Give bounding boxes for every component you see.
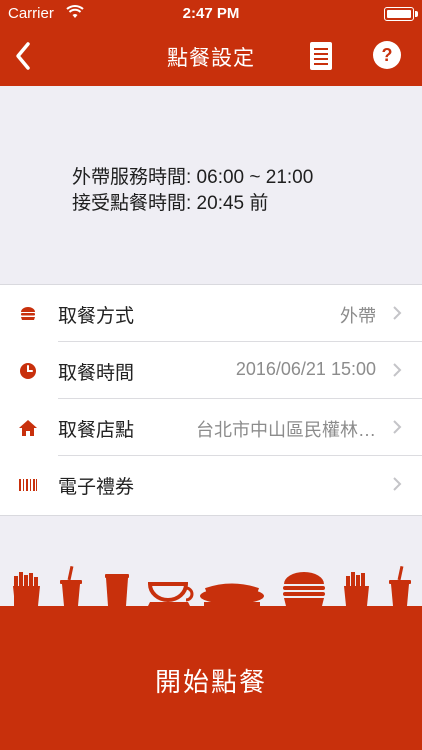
- burger-illustration-icon: [283, 572, 325, 606]
- settings-list: 取餐方式 外帶 取餐時間 2016/06/21 15:00 取餐店點 台北市中山…: [0, 284, 422, 516]
- info-panel: 外帶服務時間: 06:00 ~ 21:00 接受點餐時間: 20:45 前: [0, 86, 422, 284]
- burger-icon: [21, 307, 35, 320]
- list-item-label: 電子禮券: [58, 477, 135, 498]
- home-icon: [19, 420, 37, 436]
- coffee-cup-icon: [105, 574, 129, 606]
- list-item-label: 取餐時間: [58, 363, 135, 384]
- bowl-icon: [147, 582, 194, 606]
- barcode-icon: [19, 479, 37, 491]
- list-item-pickup-method[interactable]: 取餐方式 外帶: [0, 285, 422, 342]
- clock-icon: [20, 363, 36, 379]
- list-item-label: 取餐店點: [58, 420, 135, 441]
- fries-icon: [344, 572, 369, 606]
- status-bar: Carrier 2:47 PM: [0, 0, 422, 28]
- help-icon[interactable]: ?: [372, 40, 402, 70]
- chevron-right-icon: [393, 306, 402, 320]
- food-illustration-strip: [0, 516, 422, 606]
- start-order-label: 開始點餐: [154, 667, 267, 697]
- list-item-e-voucher[interactable]: 電子禮券: [0, 456, 422, 513]
- document-icon[interactable]: [308, 40, 334, 72]
- page-title: 點餐設定: [167, 47, 255, 70]
- list-item-pickup-time[interactable]: 取餐時間 2016/06/21 15:00: [0, 342, 422, 399]
- list-item-value: 2016/06/21 15:00: [235, 359, 376, 379]
- list-item-value: 台北市中山區民權林…: [196, 420, 376, 440]
- order-accept-time-text: 接受點餐時間: 20:45 前: [72, 193, 269, 214]
- takeout-hours-text: 外帶服務時間: 06:00 ~ 21:00: [72, 167, 314, 188]
- nav-bar: 點餐設定 ?: [0, 28, 422, 86]
- drink-cup-icon: [389, 565, 411, 606]
- chevron-right-icon: [393, 420, 402, 434]
- list-item-value: 外帶: [340, 306, 376, 326]
- status-time: 2:47 PM: [182, 5, 240, 22]
- chevron-right-icon: [393, 363, 402, 377]
- list-item-label: 取餐方式: [58, 306, 135, 327]
- list-item-pickup-store[interactable]: 取餐店點 台北市中山區民權林…: [0, 399, 422, 456]
- start-order-button[interactable]: 開始點餐: [0, 606, 422, 750]
- battery-icon: [384, 7, 418, 21]
- drink-cup-icon: [60, 565, 82, 606]
- top-bar: Carrier 2:47 PM 點餐設定 ?: [0, 0, 422, 86]
- svg-text:?: ?: [382, 45, 393, 65]
- fries-icon: [13, 572, 40, 606]
- chevron-right-icon: [393, 477, 402, 491]
- hot-dog-icon: [200, 583, 264, 606]
- food-illustration: [13, 565, 411, 606]
